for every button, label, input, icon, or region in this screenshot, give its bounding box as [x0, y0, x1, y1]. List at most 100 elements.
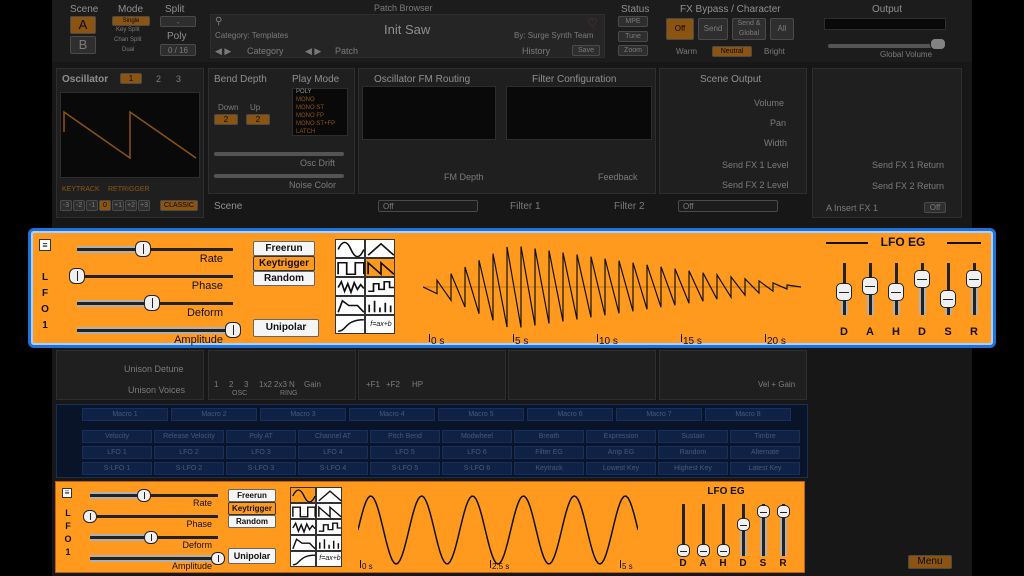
mod-source-row2-5[interactable]: Modwheel — [442, 430, 512, 443]
big-eg-knob-2[interactable] — [888, 282, 904, 301]
octave-2[interactable]: -1 — [86, 200, 98, 211]
mod-source-row3-7[interactable]: Amp EG — [586, 446, 656, 459]
split-value[interactable]: - — [160, 16, 196, 27]
mod-source-row3-9[interactable]: Alternate — [730, 446, 800, 459]
small-eg-knob-5[interactable] — [776, 505, 790, 519]
mod-source-row3-4[interactable]: LFO 5 — [370, 446, 440, 459]
play-mode-2[interactable]: MONO ST — [296, 105, 324, 111]
small-eg-knob-3[interactable] — [736, 518, 750, 532]
fx-bypass-send[interactable]: Send — [698, 18, 728, 40]
osc-tab-1[interactable]: 1 — [120, 73, 142, 84]
big-slider-knob-deform[interactable] — [143, 295, 160, 311]
osc-drift-slider[interactable] — [214, 152, 344, 156]
small-step-seq-icon[interactable] — [316, 535, 342, 551]
mod-source-row3-5[interactable]: LFO 6 — [442, 446, 512, 459]
macro-6[interactable]: Macro 6 — [527, 408, 613, 421]
mod-source-row2-4[interactable]: Pitch Bend — [370, 430, 440, 443]
filter1-type-select[interactable]: Off — [378, 200, 478, 212]
character-neutral[interactable]: Neutral — [712, 46, 752, 57]
macro-2[interactable]: Macro 2 — [171, 408, 257, 421]
search-icon[interactable]: ⚲ — [215, 16, 222, 27]
filter2-type-select[interactable]: Off — [678, 200, 778, 212]
big-eg-knob-0[interactable] — [836, 282, 852, 301]
mod-source-row3-8[interactable]: Random — [658, 446, 728, 459]
small-eg-knob-0[interactable] — [676, 544, 690, 558]
small-eg-knob-2[interactable] — [716, 544, 730, 558]
mod-source-row4-5[interactable]: S-LFO 6 — [442, 462, 512, 475]
big-eg-knob-5[interactable] — [966, 269, 982, 288]
status-zoom[interactable]: Zoom — [618, 45, 648, 56]
history-nav-label[interactable]: History — [522, 46, 550, 56]
play-mode-4[interactable]: MONO ST+FP — [296, 121, 335, 127]
small-slider-track-0[interactable] — [90, 494, 218, 497]
mod-source-row3-0[interactable]: LFO 1 — [82, 446, 152, 459]
fx-bypass-all[interactable]: All — [770, 18, 794, 40]
small-square-icon[interactable] — [290, 503, 316, 519]
small-slider-knob-phase[interactable] — [83, 509, 97, 523]
small-slider-track-3[interactable] — [90, 557, 218, 560]
macro-4[interactable]: Macro 4 — [349, 408, 435, 421]
mod-source-row2-0[interactable]: Velocity — [82, 430, 152, 443]
mod-source-row4-0[interactable]: S-LFO 1 — [82, 462, 152, 475]
big-triangle-icon[interactable] — [365, 239, 395, 258]
small-sine-icon[interactable] — [290, 487, 316, 503]
status-tune[interactable]: Tune — [618, 31, 648, 42]
big-sample-hold-icon[interactable] — [365, 277, 395, 296]
play-mode-5[interactable]: LATCH — [296, 129, 315, 135]
octave-3[interactable]: 0 — [99, 200, 111, 211]
noise-color-slider[interactable] — [214, 174, 344, 178]
global-volume-slider[interactable] — [828, 44, 942, 48]
big-slider-track-0[interactable] — [77, 248, 233, 251]
character-warm[interactable]: Warm — [676, 47, 697, 56]
small-formula-icon[interactable]: f=ax+b — [316, 551, 342, 567]
mod-source-row4-8[interactable]: Highest Key — [658, 462, 728, 475]
mod-source-row4-4[interactable]: S-LFO 5 — [370, 462, 440, 475]
mode-key-split[interactable]: Key Split — [116, 27, 140, 33]
mod-source-row3-1[interactable]: LFO 2 — [154, 446, 224, 459]
mod-source-row3-3[interactable]: LFO 4 — [298, 446, 368, 459]
big-sawtooth-icon[interactable] — [365, 258, 395, 277]
mode-chan-split[interactable]: Chan Split — [114, 37, 142, 43]
save-button[interactable]: Save — [572, 45, 600, 56]
macro-5[interactable]: Macro 5 — [438, 408, 524, 421]
big-eg-knob-4[interactable] — [940, 290, 956, 309]
small-noise-icon[interactable] — [290, 519, 316, 535]
mod-source-row4-2[interactable]: S-LFO 3 — [226, 462, 296, 475]
big-step-seq-icon[interactable] — [365, 296, 395, 315]
patch-arrows-icon[interactable]: ◀ ▶ — [305, 46, 321, 57]
big-slider-track-1[interactable] — [77, 275, 233, 278]
octave-1[interactable]: -2 — [73, 200, 85, 211]
big-formula-icon[interactable]: f=ax+b — [365, 315, 395, 334]
mod-source-row2-6[interactable]: Breath — [514, 430, 584, 443]
menu-button[interactable]: Menu — [908, 555, 952, 569]
scene-b-button[interactable]: B — [70, 36, 96, 54]
big-eg-knob-1[interactable] — [862, 277, 878, 296]
fx-bypass-send-global[interactable]: Send & Global — [732, 18, 766, 40]
mode-dual[interactable]: Dual — [122, 47, 134, 53]
octave-5[interactable]: +2 — [125, 200, 137, 211]
character-bright[interactable]: Bright — [764, 47, 785, 56]
mod-source-row4-9[interactable]: Latest Key — [730, 462, 800, 475]
small-mode-freerun[interactable]: Freerun — [228, 489, 276, 502]
mod-source-row2-2[interactable]: Poly AT — [226, 430, 296, 443]
small-mode-random[interactable]: Random — [228, 515, 276, 528]
small-slider-knob-deform[interactable] — [144, 530, 159, 544]
big-envelope-icon[interactable] — [335, 296, 365, 315]
small-slider-track-1[interactable] — [90, 515, 218, 518]
big-eg-knob-3[interactable] — [914, 269, 930, 288]
mod-source-row3-2[interactable]: LFO 3 — [226, 446, 296, 459]
play-mode-3[interactable]: MONO FP — [296, 113, 324, 119]
lfo-unipolar-button[interactable]: Unipolar — [253, 319, 319, 337]
osc-tab-2[interactable]: 2 — [156, 74, 161, 84]
big-mseg-icon[interactable] — [335, 315, 365, 334]
big-mode-keytrigger[interactable]: Keytrigger — [253, 256, 315, 271]
fx-bypass-off[interactable]: Off — [666, 18, 694, 40]
small-triangle-icon[interactable] — [316, 487, 342, 503]
mod-source-row4-7[interactable]: Lowest Key — [586, 462, 656, 475]
osc-type-button[interactable]: CLASSIC — [160, 200, 198, 211]
small-slider-knob-amplitude[interactable] — [211, 551, 225, 565]
lfo-menu-icon[interactable]: ≡ — [39, 239, 51, 251]
category-arrows-icon[interactable]: ◀ ▶ — [215, 46, 231, 57]
patch-name[interactable]: Init Saw — [384, 22, 430, 37]
big-slider-knob-phase[interactable] — [69, 268, 85, 284]
